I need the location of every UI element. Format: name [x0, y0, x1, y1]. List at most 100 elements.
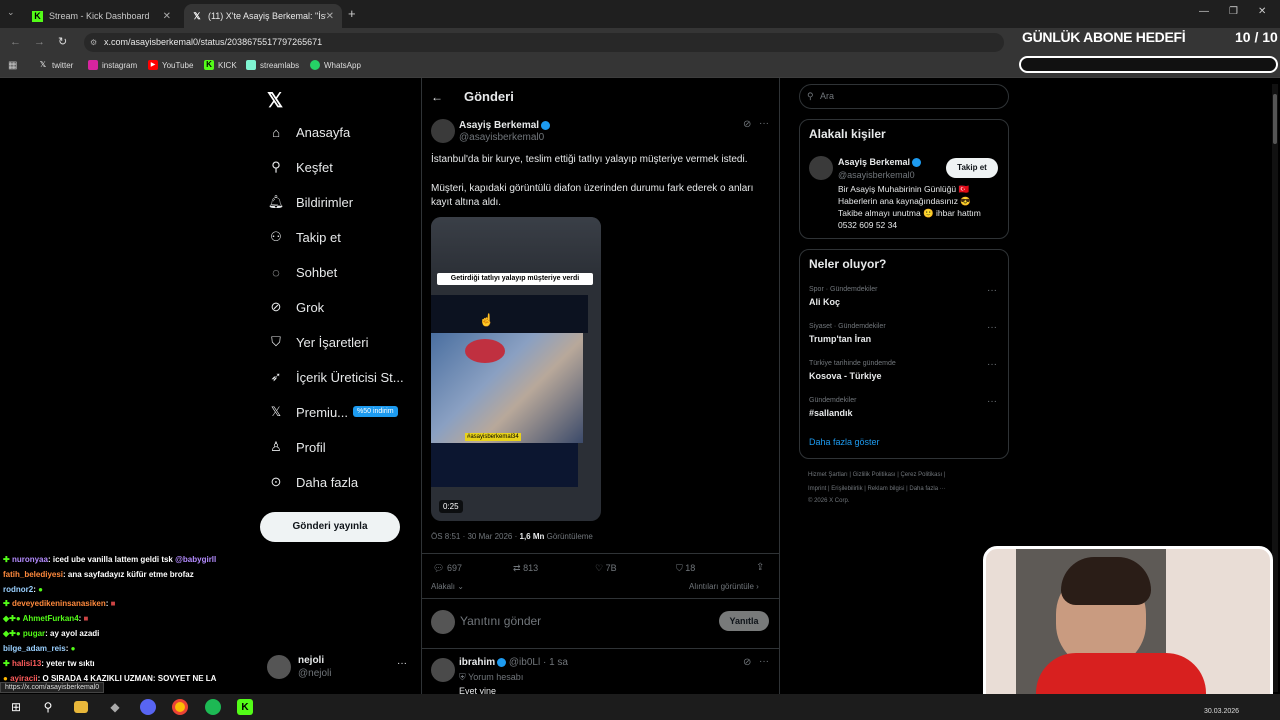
trend-item[interactable]: #sallandık: [809, 408, 853, 418]
person-name-row[interactable]: Asayiş Berkemal: [838, 157, 922, 168]
person-bio-2: Haberlerin ana kaynağındasınız 😎: [838, 196, 971, 206]
sidebar-item-chat[interactable]: ◌ Sohbet: [268, 264, 337, 280]
repost-count: 813: [523, 563, 539, 573]
sidebar-item-creator-studio[interactable]: ➶ İçerik Üreticisi St...: [268, 369, 404, 385]
chat-emote-icon: ●: [38, 585, 43, 594]
video-top-area: [431, 217, 601, 277]
restore-icon[interactable]: ❐: [1229, 6, 1238, 17]
search-icon[interactable]: ⚲: [40, 699, 56, 715]
chat-message: rodnor2: ●: [3, 585, 43, 594]
search-icon: ⚲: [271, 159, 281, 174]
follow-button[interactable]: Takip et: [946, 158, 998, 178]
tab-kick-dashboard[interactable]: K Stream - Kick Dashboard ✕: [24, 4, 179, 28]
close-window-icon[interactable]: ✕: [1258, 6, 1266, 17]
forward-icon[interactable]: →: [34, 36, 45, 48]
reply-more-icon[interactable]: ···: [759, 656, 769, 667]
footer-copyright: © 2026 X Corp.: [808, 498, 850, 504]
post-text-1: İstanbul'da bir kurye, teslim ettiği tat…: [431, 154, 748, 165]
bookmark-action[interactable]: ⛉ 18: [676, 563, 695, 574]
app-icon[interactable]: ◆: [107, 699, 123, 715]
author-name-row[interactable]: Asayiş Berkemal: [459, 120, 551, 131]
reply-author-avatar[interactable]: [431, 658, 455, 682]
share-icon[interactable]: ⇪: [756, 562, 764, 573]
sidebar-item-explore[interactable]: ⚲ Keşfet: [268, 159, 333, 175]
grok-post-icon[interactable]: ⊘: [743, 657, 751, 668]
post-more-icon[interactable]: ···: [759, 118, 769, 129]
bookmark-label: instagram: [102, 60, 138, 70]
reply-badge: ⛨ Yorum hesabı: [459, 672, 523, 683]
person-avatar[interactable]: [809, 156, 833, 180]
new-tab-icon[interactable]: +: [348, 6, 356, 21]
apps-icon[interactable]: ▦: [8, 60, 17, 71]
reply-button[interactable]: Yanıtla: [719, 611, 769, 631]
account-menu-icon[interactable]: ···: [397, 658, 407, 669]
trend-item[interactable]: Trump'tan İran: [809, 334, 871, 344]
x-logo-icon[interactable]: 𝕏: [267, 88, 283, 113]
author-avatar[interactable]: [431, 119, 455, 143]
url-field[interactable]: ⚙ x.com/asayisberkemal0/status/203867551…: [84, 33, 1004, 52]
trend-item[interactable]: Kosova - Türkiye: [809, 371, 882, 381]
sidebar-item-label: Takip et: [296, 229, 341, 245]
trend-item[interactable]: Ali Koç: [809, 297, 840, 307]
bookmark-streamlabs[interactable]: streamlabs: [246, 60, 299, 70]
account-avatar[interactable]: [267, 655, 291, 679]
close-tab-icon[interactable]: ✕: [163, 11, 171, 22]
back-arrow-icon[interactable]: ←: [431, 90, 443, 104]
search-input[interactable]: ⚲ Ara: [799, 84, 1009, 109]
bookmark-twitter[interactable]: 𝕏twitter: [38, 60, 74, 70]
reply-action[interactable]: 💬︎ 697: [433, 563, 462, 574]
sort-relevant[interactable]: Alakalı ⌄: [431, 582, 464, 591]
trend-more-icon[interactable]: ···: [987, 285, 997, 296]
reply-input[interactable]: Yanıtını gönder: [460, 614, 541, 628]
trend-more-icon[interactable]: ···: [987, 396, 997, 407]
reply-author-name: ibrahim: [459, 657, 496, 668]
trend-more-icon[interactable]: ···: [987, 322, 997, 333]
sidebar-item-follow[interactable]: ⚇ Takip et: [268, 229, 341, 245]
footer-links-1[interactable]: Hizmet Şartları | Gizlilik Politikası | …: [808, 472, 945, 478]
footer-links-2[interactable]: Imprint | Erişilebilirlik | Reklam bilgi…: [808, 486, 946, 492]
reload-icon[interactable]: ↻: [58, 35, 67, 48]
person-handle[interactable]: @asayisberkemal0: [838, 170, 915, 180]
tab-search-icon[interactable]: ⌄: [7, 7, 15, 18]
verified-badge-icon: [497, 657, 507, 667]
spotify-icon[interactable]: [205, 699, 221, 715]
kick-icon[interactable]: K: [237, 699, 253, 715]
grok-post-icon[interactable]: ⊘: [743, 119, 751, 130]
minimize-icon[interactable]: —: [1199, 6, 1209, 17]
repost-action[interactable]: ⇄ 813: [513, 563, 538, 574]
site-info-icon[interactable]: ⚙: [90, 33, 97, 52]
chat-message: fatih_belediyesi: ana sayfadayız küfür e…: [3, 570, 194, 579]
sidebar-item-profile[interactable]: ♙ Profil: [268, 439, 325, 455]
reply-author-row[interactable]: ibrahim @ib0Ll · 1 sa: [459, 657, 568, 668]
scrollbar-thumb[interactable]: [1273, 94, 1277, 144]
like-action[interactable]: ♡ 7B: [595, 563, 617, 574]
streamlabs-icon: [246, 60, 256, 70]
bookmark-kick[interactable]: K KICK: [204, 60, 237, 70]
view-quotes-link[interactable]: Alıntıları görüntüle ›: [689, 582, 759, 591]
post-video[interactable]: Getirdiği tatlıyı yalayıp müşteriye verd…: [431, 217, 601, 521]
relevant-people-title: Alakalı kişiler: [809, 127, 886, 141]
home-icon: ⌂: [272, 124, 280, 140]
windows-start-icon[interactable]: ⊞: [8, 699, 24, 715]
author-handle[interactable]: @asayisberkemal0: [459, 132, 544, 143]
sidebar-item-home[interactable]: ⌂ Anasayfa: [268, 124, 350, 140]
show-more-link[interactable]: Daha fazla göster: [809, 437, 880, 447]
sidebar-item-more[interactable]: ⊙ Daha fazla: [268, 474, 359, 490]
person-name: Asayiş Berkemal: [838, 157, 911, 167]
back-icon[interactable]: ←: [10, 36, 21, 48]
file-explorer-icon[interactable]: [74, 701, 88, 713]
tab-x-post[interactable]: 𝕏 (11) X'te Asayiş Berkemal: "İstan ✕: [184, 4, 342, 28]
chrome-icon[interactable]: [172, 699, 188, 715]
discord-icon[interactable]: [140, 699, 156, 715]
sidebar-item-bookmarks[interactable]: ⛉ Yer İşaretleri: [268, 334, 368, 350]
trend-more-icon[interactable]: ···: [987, 359, 997, 370]
close-tab-icon[interactable]: ✕: [326, 11, 334, 22]
bookmark-whatsapp[interactable]: WhatsApp: [310, 60, 361, 70]
more-icon: ⊙: [270, 474, 282, 489]
sidebar-item-grok[interactable]: ⊘ Grok: [268, 299, 325, 315]
sidebar-item-notifications[interactable]: 🔔︎ Bildirimler: [268, 194, 353, 210]
sidebar-item-premium[interactable]: 𝕏 Premiu...: [268, 404, 348, 420]
post-button[interactable]: Gönderi yayınla: [260, 512, 400, 542]
bookmark-instagram[interactable]: instagram: [88, 60, 137, 70]
bookmark-youtube[interactable]: ▶ YouTube: [148, 60, 193, 70]
